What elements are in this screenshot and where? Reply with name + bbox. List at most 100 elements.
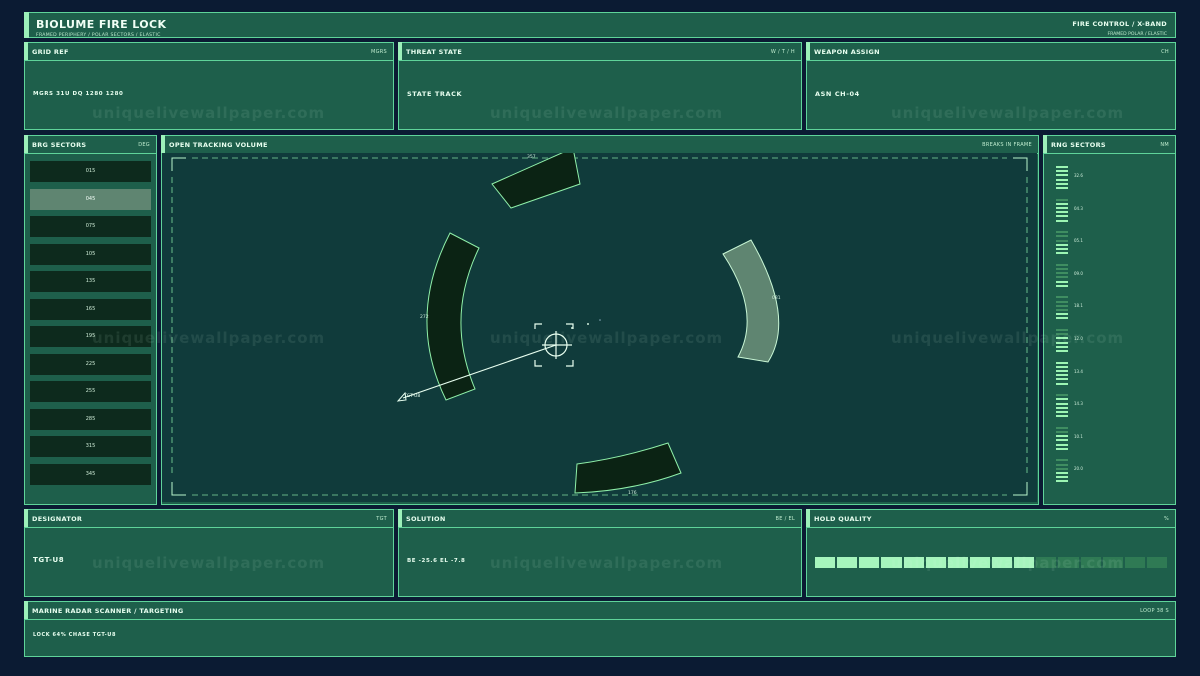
quality-segment [1058, 557, 1079, 568]
range-bar-segment [1056, 365, 1068, 368]
frame-dashes [171, 157, 1028, 496]
range-bar-group[interactable] [1056, 361, 1070, 385]
range-bar-segment [1056, 317, 1068, 320]
range-bar-segment [1056, 215, 1068, 218]
sector-item[interactable]: 195 [30, 326, 151, 347]
panel-tag: W / T / H [770, 49, 795, 55]
range-bar-segment [1056, 398, 1068, 401]
range-bar-segment [1056, 337, 1068, 340]
range-bar-segment [1056, 439, 1068, 442]
quality-segment [903, 557, 924, 568]
range-bar-group[interactable] [1056, 394, 1070, 418]
range-value: 05.1 [1074, 238, 1083, 244]
crosshair-reticle[interactable] [534, 323, 574, 367]
range-bar-segment [1056, 374, 1068, 377]
target-vector-line [402, 344, 557, 399]
sector-item[interactable]: 225 [30, 353, 151, 375]
range-bar-group[interactable] [1056, 426, 1070, 450]
title-bar: BIOLUME FIRE LOCK FRAMED PERIPHERY / POL… [24, 12, 1176, 38]
range-bar-segment [1056, 382, 1068, 385]
threat-state-value: STATE TRACK [407, 90, 463, 98]
panel-tag: TGT [376, 516, 387, 522]
range-value: 20.0 [1074, 466, 1083, 472]
range-bar-segment [1056, 406, 1068, 409]
sector-item[interactable]: 075 [30, 216, 151, 237]
range-bar-group[interactable] [1056, 166, 1070, 189]
range-bar-segment [1056, 272, 1068, 275]
range-bar-segment [1056, 174, 1068, 177]
range-bar-group[interactable] [1056, 198, 1070, 222]
range-bar-group[interactable] [1056, 231, 1070, 255]
panel-header: DESIGNATOR TGT [25, 510, 393, 528]
quality-segment [1014, 557, 1035, 568]
quality-segment [1080, 557, 1101, 568]
panel-title: OPEN TRACKING VOLUME [169, 141, 268, 149]
range-bar-segment [1056, 187, 1068, 189]
range-bar-segment [1056, 361, 1068, 364]
sector-arc-right[interactable] [722, 239, 780, 363]
panel-title: BRG SECTORS [32, 141, 87, 149]
sector-item[interactable]: 105 [30, 243, 151, 265]
panel-title: DESIGNATOR [32, 515, 83, 523]
footer-title: MARINE RADAR SCANNER / TARGETING [32, 607, 184, 615]
range-bar-group[interactable] [1056, 263, 1070, 287]
range-bar-group[interactable] [1056, 459, 1070, 483]
sector-item[interactable]: 015 [30, 161, 151, 182]
footer-panel: MARINE RADAR SCANNER / TARGETING LOOP 38… [24, 601, 1176, 657]
sector-item[interactable]: 345 [30, 463, 151, 485]
arc-label-left: 272 [420, 314, 429, 320]
blip-dot [587, 323, 589, 325]
range-bar-segment [1056, 239, 1068, 242]
quality-segment [969, 557, 990, 568]
weapon-assign-value: ASN CH-04 [815, 90, 860, 98]
quality-segment [1124, 557, 1145, 568]
range-bar-segment [1056, 219, 1068, 222]
range-bar-segment [1056, 202, 1068, 205]
range-bar-segment [1056, 296, 1068, 299]
threat-state-panel: THREAT STATE W / T / H STATE TRACK [398, 42, 802, 130]
sector-item[interactable]: 285 [30, 408, 151, 430]
sector-item[interactable]: 255 [30, 381, 151, 402]
range-value: 13.4 [1074, 368, 1083, 374]
radar-display[interactable]: 357 081 272 176 TGT-U8 [162, 153, 1037, 502]
range-value: 18.1 [1074, 303, 1083, 309]
range-bar-segment [1056, 263, 1068, 266]
range-bar-segment [1056, 410, 1068, 413]
weapon-assign-panel: WEAPON ASSIGN CH ASN CH-04 [806, 42, 1176, 130]
range-bar-segment [1056, 435, 1068, 438]
mode-subtitle: FRAMED POLAR / ELASTIC [1107, 32, 1167, 37]
sector-item[interactable]: 135 [30, 271, 151, 292]
quality-segment [1146, 557, 1167, 568]
panel-title: SOLUTION [406, 515, 446, 523]
range-bar-segment [1056, 206, 1068, 209]
panel-title: RNG SECTORS [1051, 141, 1106, 149]
panel-title: WEAPON ASSIGN [814, 48, 880, 56]
sector-item[interactable]: 315 [30, 436, 151, 457]
range-bar-segment [1056, 467, 1068, 470]
range-value: 32.6 [1074, 173, 1083, 178]
range-bar-group[interactable] [1056, 329, 1070, 352]
range-bar-segment [1056, 300, 1068, 303]
quality-segment [925, 557, 946, 568]
loop-timer: LOOP 38 S [1140, 608, 1169, 614]
designator-panel: DESIGNATOR TGT TGT-U8 [24, 509, 394, 597]
sector-item[interactable]: 045 [30, 188, 151, 210]
range-bar-segment [1056, 350, 1068, 352]
arc-label-right: 081 [772, 295, 781, 301]
panel-header: OPEN TRACKING VOLUME BREAKS IN FRAME [162, 136, 1038, 154]
sector-item[interactable]: 165 [30, 298, 151, 320]
range-bar-segment [1056, 459, 1068, 462]
panel-header: THREAT STATE W / T / H [399, 43, 801, 61]
range-bar-segment [1056, 430, 1068, 433]
range-bar-segment [1056, 252, 1068, 255]
range-bar-group[interactable] [1056, 296, 1070, 320]
range-bar-segment [1056, 267, 1068, 270]
range-bar-segment [1056, 211, 1068, 214]
range-bar-segment [1056, 235, 1068, 238]
panel-tag: MGRS [370, 49, 387, 55]
range-bar-segment [1056, 182, 1068, 185]
range-bar-segment [1056, 471, 1068, 474]
sector-arc-top[interactable] [491, 153, 581, 209]
sector-arc-bottom[interactable] [574, 442, 682, 494]
range-bar-segment [1056, 402, 1068, 405]
